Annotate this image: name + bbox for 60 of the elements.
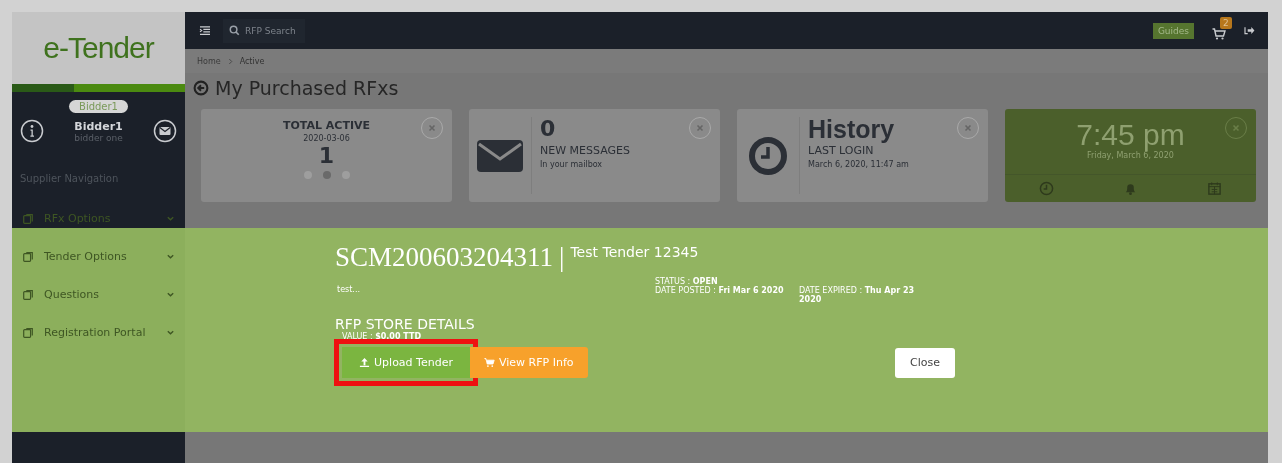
clock-icon — [748, 135, 788, 176]
card-value: 0 — [540, 117, 557, 141]
upload-icon — [359, 357, 371, 368]
tender-title: Test Tender 12345 — [570, 244, 699, 260]
breadcrumb-link[interactable]: Home — [197, 56, 221, 66]
copy-icon — [22, 212, 34, 225]
nav-item[interactable]: Tender Options — [12, 238, 185, 276]
calendar-icon[interactable] — [1206, 181, 1222, 196]
chevron-down-icon — [166, 328, 175, 337]
card-value: 1 — [318, 143, 335, 169]
view-info-button[interactable]: View RFP Info — [470, 347, 588, 378]
tender-reference: SCM200603204311 — [335, 242, 554, 273]
chevron-down-icon — [166, 252, 175, 261]
store-heading: RFP STORE DETAILS — [335, 316, 476, 332]
nav-item[interactable]: Registration Portal — [12, 314, 185, 352]
cart-icon — [484, 357, 495, 368]
status-text: STATUS : OPEN — [655, 277, 719, 286]
guides-button[interactable]: Guides — [1152, 22, 1194, 39]
search-icon — [229, 25, 240, 36]
chevron-down-icon — [166, 290, 175, 299]
chevron-down-icon — [166, 214, 175, 223]
user-name: Bidder1 — [74, 119, 123, 133]
tender-description: test... — [336, 285, 361, 296]
copy-icon — [22, 250, 34, 263]
close-icon[interactable] — [421, 117, 443, 139]
mail-icon[interactable] — [153, 119, 177, 143]
cart-count-badge: 2 — [1220, 16, 1232, 29]
close-icon[interactable] — [689, 117, 711, 139]
card-title: NEW MESSAGES — [540, 144, 630, 157]
clock-date: Friday, March 6, 2020 — [1087, 151, 1174, 160]
clock-icon[interactable] — [1039, 181, 1055, 196]
copy-icon — [22, 326, 34, 339]
card-title: TOTAL ACTIVE — [282, 119, 371, 132]
card-subtitle: March 6, 2020, 11:47 am — [808, 160, 909, 169]
card-subtitle: In your mailbox — [540, 160, 604, 169]
close-button[interactable]: Close — [895, 347, 955, 378]
date-expired-text: DATE EXPIRED : Thu Apr 23 2020 — [799, 286, 916, 304]
menu-icon[interactable] — [199, 25, 211, 36]
close-icon[interactable] — [957, 117, 979, 139]
logo: e-Tender — [43, 31, 154, 65]
logout-icon[interactable] — [1244, 26, 1255, 35]
info-icon[interactable] — [20, 119, 44, 143]
close-icon[interactable] — [1225, 117, 1247, 139]
card-value: History — [808, 117, 896, 141]
bell-icon[interactable] — [1123, 181, 1138, 196]
chevron-right-icon — [227, 57, 233, 65]
nav-item[interactable]: Questions — [12, 276, 185, 314]
copy-icon — [22, 288, 34, 301]
user-tag: Bidder1 — [69, 100, 128, 113]
breadcrumb-link[interactable]: Active — [239, 56, 265, 66]
page-title: My Purchased RFxs — [215, 77, 399, 99]
date-posted-text: DATE POSTED : Fri Mar 6 2020 — [655, 286, 785, 297]
cart-icon[interactable] — [1212, 27, 1226, 40]
store-value: VALUE : $0.00 TTD — [341, 332, 422, 341]
title-separator: | — [559, 242, 565, 273]
card-date: 2020-03-06 — [303, 134, 350, 143]
envelope-icon — [476, 137, 524, 174]
card-title: LAST LOGIN — [808, 144, 875, 157]
carousel-dot[interactable] — [322, 171, 331, 179]
clock-time: 7:45 pm — [1076, 119, 1185, 151]
